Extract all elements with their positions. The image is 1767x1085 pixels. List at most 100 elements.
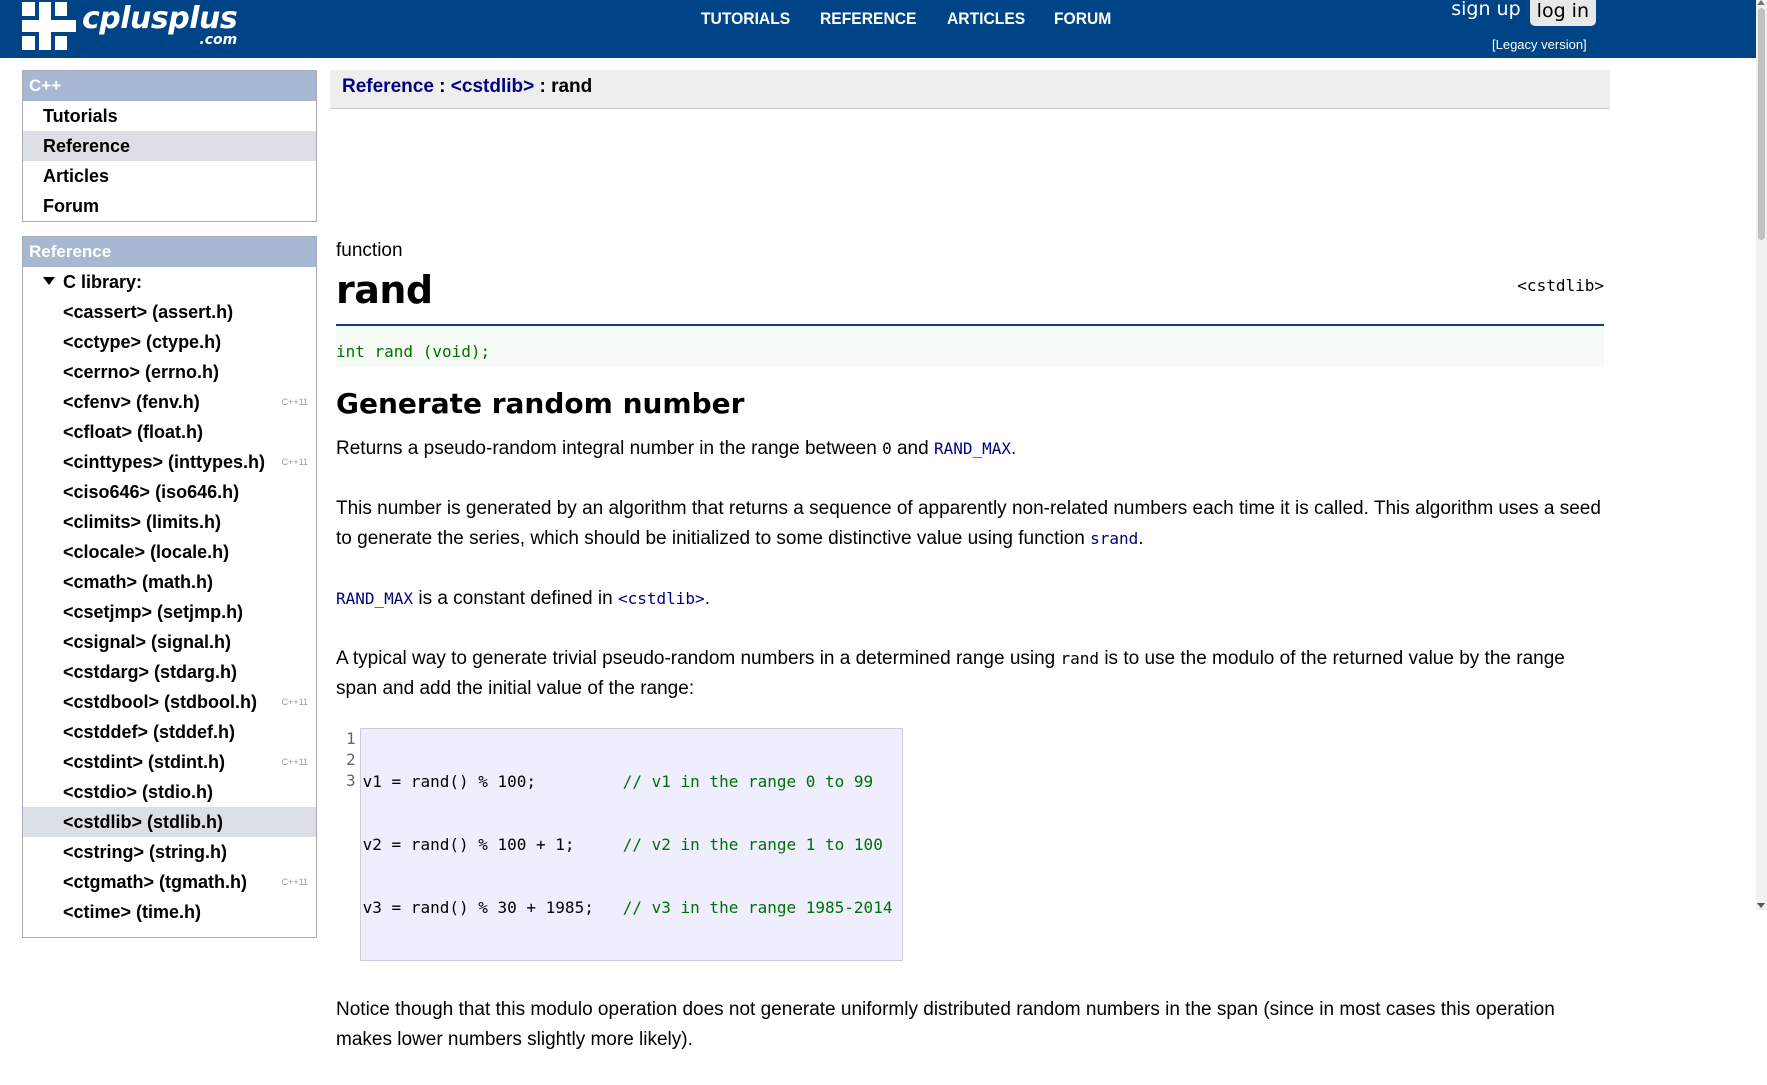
legacy-version-link[interactable]: [Legacy version] (1492, 37, 1587, 52)
paragraph-1: Returns a pseudo-random integral number … (336, 438, 1017, 459)
sidebar-lib-item[interactable]: <cctype> (ctype.h) (23, 327, 316, 357)
sidebar-lib-label: <csignal> (signal.h) (63, 632, 232, 652)
breadcrumb-cstdlib-link[interactable]: <cstdlib> (451, 76, 540, 97)
sidebar-lib-item[interactable]: <ctgmath> (tgmath.h) C++11 (23, 867, 316, 897)
sidebar-lib-item[interactable]: <cstdarg> (stdarg.h) (23, 657, 316, 687)
paragraph-2: This number is generated by an algorithm… (336, 498, 1601, 549)
sidebar-lib-item[interactable]: <csignal> (signal.h) (23, 627, 316, 657)
code-line: v1 = rand() % 100; // v1 in the range 0 … (362, 772, 874, 791)
cstdlib-link[interactable]: <cstdlib> (618, 589, 705, 608)
nav-tutorials[interactable]: TUTORIALS (701, 9, 790, 29)
breadcrumb-separator: : (539, 76, 552, 97)
sidebar-lib-item[interactable]: <cstdbool> (stdbool.h) C++11 (23, 687, 316, 717)
code-example: 1 2 3 v1 = rand() % 100; // v1 in the ra… (346, 728, 1604, 961)
sidebar-lib-label: <ctgmath> (tgmath.h) (63, 872, 248, 892)
sidebar-lib-label: <cstdbool> (stdbool.h) (63, 692, 257, 712)
code-line: v2 = rand() % 100 + 1; // v2 in the rang… (362, 835, 883, 854)
entity-kind: function (336, 240, 403, 261)
sidebar-lib-item[interactable]: <cmath> (math.h) (23, 567, 316, 597)
code-line: v3 = rand() % 30 + 1985; // v3 in the ra… (362, 898, 893, 917)
sidebar-lib-label: <clocale> (locale.h) (63, 542, 230, 562)
sidebar-item-forum[interactable]: Forum (23, 191, 316, 221)
auth-links: sign up log in (1451, 0, 1596, 26)
article: function rand <cstdlib> int rand (void);… (336, 240, 1604, 1085)
sidebar-lib-label: <ciso646> (iso646.h) (63, 482, 240, 502)
sidebar-lib-item[interactable]: <cstdint> (stdint.h) C++11 (23, 747, 316, 777)
line-numbers: 1 2 3 (346, 729, 356, 790)
cpp11-badge: C++11 (281, 697, 308, 707)
nav-articles[interactable]: ARTICLES (947, 9, 1025, 29)
cpp11-badge: C++11 (281, 457, 308, 467)
sidebar-lib-label: <cfenv> (fenv.h) (63, 392, 200, 412)
sidebar-lib-item[interactable]: <cassert> (assert.h) (23, 297, 316, 327)
sidebar-lib-label: <cfloat> (float.h) (63, 422, 204, 442)
sidebar-lib-label: <cstring> (string.h) (63, 842, 228, 862)
log-in-button[interactable]: log in (1529, 0, 1596, 26)
scroll-up-icon[interactable] (1757, 0, 1765, 5)
sidebar-lib-label: <cstddef> (stddef.h) (63, 722, 236, 742)
sidebar-lib-item[interactable]: <ctime> (time.h) (23, 897, 316, 927)
sidebar-lib-item[interactable]: <cstddef> (stddef.h) (23, 717, 316, 747)
inline-code-rand: rand (1060, 649, 1100, 668)
triangle-down-icon (43, 277, 55, 286)
scroll-down-icon[interactable] (1757, 903, 1765, 908)
cpp11-badge: C++11 (281, 877, 308, 887)
code-block[interactable]: v1 = rand() % 100; // v1 in the range 0 … (359, 728, 904, 961)
c-library-toggle[interactable]: C library: (23, 267, 316, 297)
inline-code-zero: 0 (882, 439, 892, 458)
top-bar: cplusplus .com TUTORIALS REFERENCE ARTIC… (0, 0, 1756, 58)
sidebar-lib-label: <ctime> (time.h) (63, 902, 202, 922)
sidebar-lib-item[interactable]: <cinttypes> (inttypes.h) C++11 (23, 447, 316, 477)
sidebar-lib-label: <cerrno> (errno.h) (63, 362, 220, 382)
page-title: rand (336, 268, 433, 312)
sidebar-lib-item[interactable]: <clocale> (locale.h) (23, 537, 316, 567)
top-nav: TUTORIALS REFERENCE ARTICLES FORUM (701, 9, 1138, 29)
logo-text: cplusplus (82, 1, 238, 36)
breadcrumb-separator: : (433, 76, 451, 97)
sidebar-lib-item[interactable]: <ciso646> (iso646.h) (23, 477, 316, 507)
sidebar-lib-item[interactable]: <csetjmp> (setjmp.h) (23, 597, 316, 627)
sidebar-reference-box: Reference C library: <cassert> (assert.h… (22, 236, 317, 938)
sidebar-item-articles[interactable]: Articles (23, 161, 316, 191)
sidebar-lib-item[interactable]: <cstdlib> (stdlib.h) (23, 807, 316, 837)
sidebar-lib-label: <cmath> (math.h) (63, 572, 214, 592)
prototype: int rand (void); (336, 326, 1604, 367)
sidebar-cpp-title: C++ (23, 71, 316, 101)
sidebar-lib-label: <cinttypes> (inttypes.h) (63, 452, 266, 472)
section-heading: Generate random number (336, 387, 745, 420)
cpp11-badge: C++11 (281, 757, 308, 767)
sidebar-lib-label: <cassert> (assert.h) (63, 302, 234, 322)
paragraph-3: RAND_MAX is a constant defined in <cstdl… (336, 588, 710, 609)
sidebar-lib-label: <cctype> (ctype.h) (63, 332, 222, 352)
sidebar-item-tutorials[interactable]: Tutorials (23, 101, 316, 131)
sidebar-lib-item[interactable]: <cstdio> (stdio.h) (23, 777, 316, 807)
sign-up-link[interactable]: sign up (1451, 0, 1520, 20)
page-scrollbar[interactable] (1756, 0, 1767, 910)
sidebar-lib-item[interactable]: <cstring> (string.h) (23, 837, 316, 867)
sidebar-lib-item[interactable]: <cfloat> (float.h) (23, 417, 316, 447)
rand-max-link-2[interactable]: RAND_MAX (336, 589, 413, 608)
header-name: <cstdlib> (1517, 276, 1604, 295)
sidebar-lib-item[interactable]: <cfenv> (fenv.h) C++11 (23, 387, 316, 417)
breadcrumb-current: rand (551, 76, 593, 97)
sidebar-reference-title: Reference (23, 237, 316, 267)
scrollbar-thumb[interactable] (1758, 8, 1765, 240)
library-list: <cassert> (assert.h) <cctype> (ctype.h) <c… (23, 297, 316, 927)
nav-reference[interactable]: REFERENCE (820, 9, 916, 29)
sidebar-item-reference[interactable]: Reference (23, 131, 316, 161)
sidebar-lib-label: <csetjmp> (setjmp.h) (63, 602, 244, 622)
sidebar-lib-item[interactable]: <cerrno> (errno.h) (23, 357, 316, 387)
rand-max-link[interactable]: RAND_MAX (934, 439, 1011, 458)
site-logo[interactable]: cplusplus .com (22, 1, 238, 50)
sidebar-lib-label: <cstdarg> (stdarg.h) (63, 662, 238, 682)
sidebar-cpp-box: C++ Tutorials Reference Articles Forum (22, 70, 317, 222)
srand-link[interactable]: srand (1090, 529, 1138, 548)
c-library-label: C library: (63, 272, 143, 292)
nav-forum[interactable]: FORUM (1054, 9, 1111, 29)
sidebar-lib-label: <cstdint> (stdint.h) (63, 752, 225, 772)
logo-icon (22, 2, 76, 50)
sidebar-lib-item[interactable]: <climits> (limits.h) (23, 507, 316, 537)
breadcrumb-reference-link[interactable]: Reference (342, 76, 434, 97)
cpp11-badge: C++11 (281, 397, 308, 407)
paragraph-4: A typical way to generate trivial pseudo… (336, 648, 1565, 699)
